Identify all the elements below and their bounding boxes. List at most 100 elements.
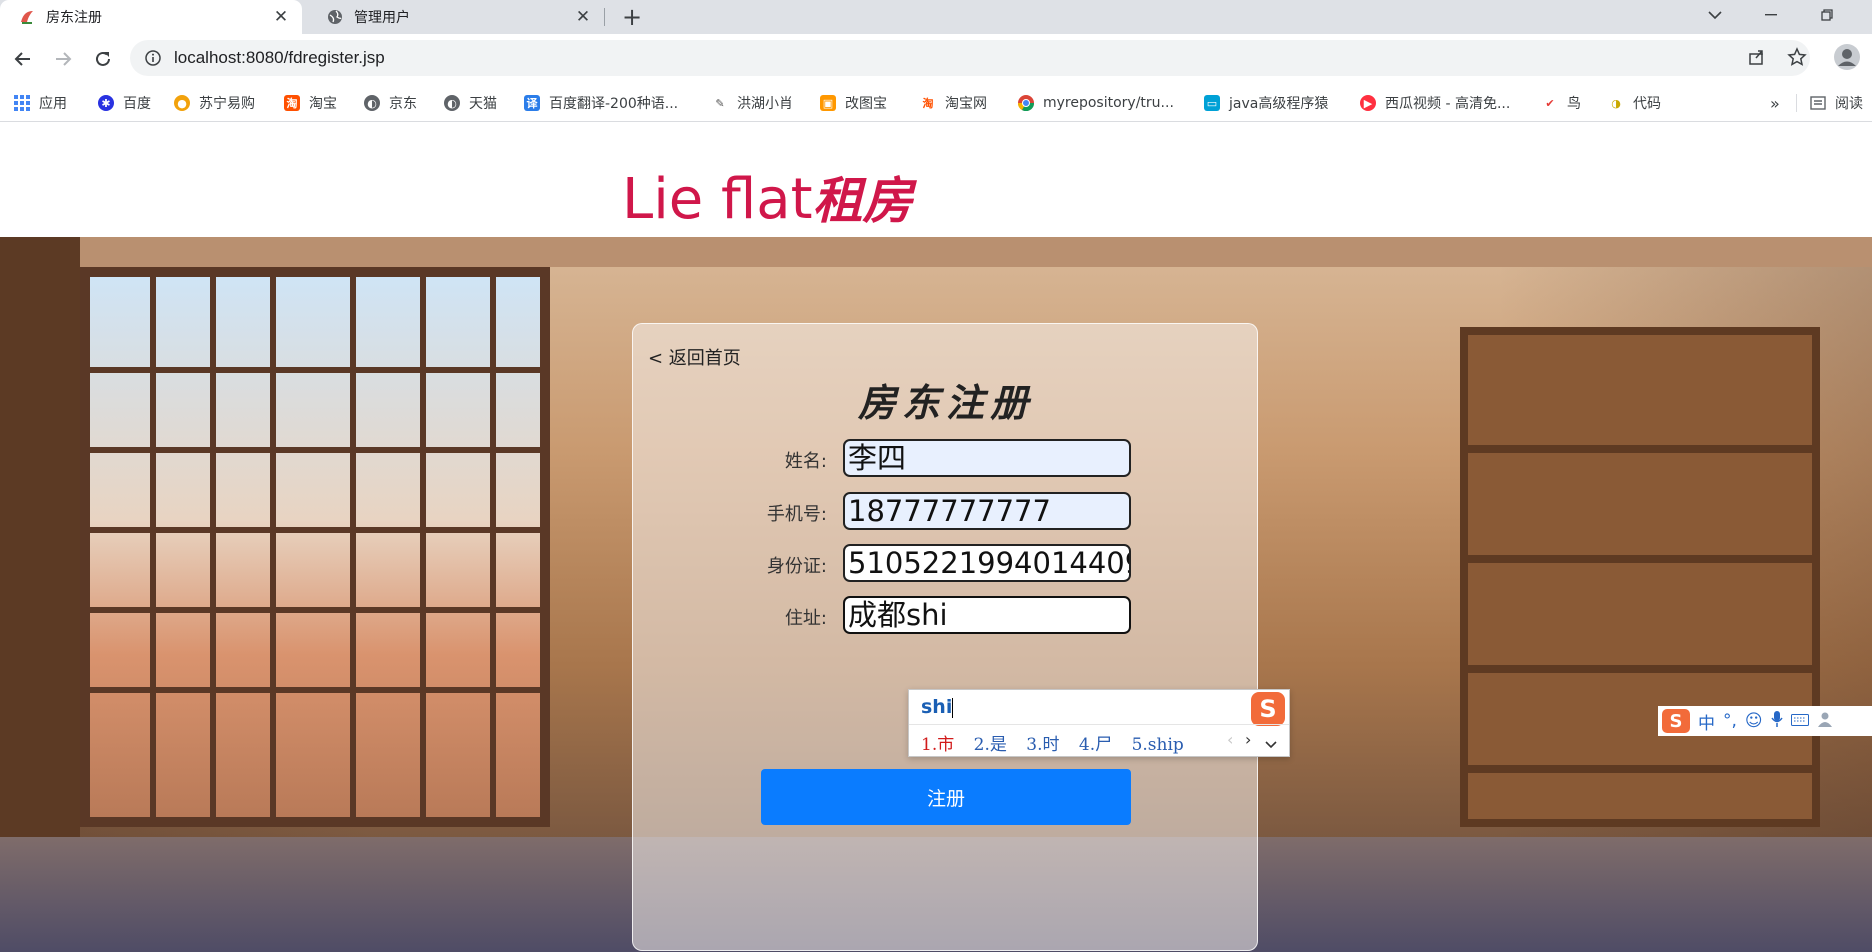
register-form-card: < 返回首页 房东注册 姓名: 李四 手机号: 18777777777 身份证:… — [632, 323, 1258, 951]
phone-input[interactable]: 18777777777 — [843, 492, 1131, 530]
bookmarks-bar: 应用 ✱ 百度 ● 苏宁易购 淘 淘宝 ◐ 京东 ◐ 天猫 译 百度翻译-200… — [0, 84, 1872, 122]
bookmark-baidu-translate[interactable]: 译 百度翻译-200种语... — [524, 92, 678, 114]
minimize-icon[interactable] — [1748, 0, 1794, 30]
address-label: 住址: — [784, 608, 827, 629]
bookmark-label: myrepository/tru... — [1043, 95, 1174, 111]
idcard-input[interactable]: 51052219940144090 — [843, 544, 1131, 582]
ime-pinyin: shi — [921, 696, 954, 718]
bookmark-gaitubao[interactable]: ▣ 改图宝 — [820, 92, 887, 114]
site-info-icon[interactable] — [144, 49, 162, 67]
bookmark-label: java高级程序猿 — [1229, 96, 1329, 112]
tab-active[interactable]: 房东注册 ✕ — [0, 0, 302, 34]
share-icon[interactable] — [1744, 44, 1770, 70]
ime-punct-label[interactable]: °, — [1723, 711, 1737, 731]
restore-icon[interactable] — [1804, 0, 1850, 30]
bookmark-honghu[interactable]: ✎ 洪湖小肖 — [712, 92, 793, 114]
bookmark-label: 百度翻译-200种语... — [549, 96, 679, 112]
bookmark-code[interactable]: ◑ 代码 — [1608, 92, 1661, 114]
bookmark-label: 洪湖小肖 — [737, 96, 793, 112]
keyboard-icon[interactable] — [1790, 711, 1809, 731]
ime-expand-icon[interactable] — [1265, 734, 1277, 753]
ime-candidate[interactable]: 2.是 — [974, 735, 1007, 755]
emoji-icon[interactable]: ☺ — [1745, 711, 1763, 731]
bookmark-label: 淘宝 — [309, 96, 337, 112]
sogou-logo-icon: S — [1251, 692, 1285, 726]
url-text: localhost:8080/fdregister.jsp — [174, 48, 385, 67]
bilibili-icon: ▭ — [1204, 95, 1220, 111]
logo-latin: Lie flat — [622, 167, 813, 232]
tab-separator — [604, 8, 605, 26]
bookmark-star-icon[interactable] — [1784, 44, 1810, 70]
bookmark-label: 京东 — [389, 96, 417, 112]
bookmark-myrepository[interactable]: myrepository/tru... — [1018, 92, 1174, 114]
bookmark-baidu[interactable]: ✱ 百度 — [98, 92, 151, 114]
ime-mode-label[interactable]: 中 — [1698, 709, 1715, 734]
ime-next-icon[interactable]: › — [1245, 730, 1251, 749]
gaitubao-icon: ▣ — [820, 95, 836, 111]
bookmark-java[interactable]: ▭ java高级程序猿 — [1204, 92, 1328, 114]
bookmark-apps[interactable]: 应用 — [14, 92, 67, 114]
back-home-link[interactable]: < 返回首页 — [648, 344, 741, 370]
globe-icon: ◐ — [364, 95, 380, 111]
name-input[interactable]: 李四 — [843, 439, 1131, 477]
bookmark-label: 鸟 — [1567, 96, 1581, 112]
ime-prev-icon[interactable]: ‹ — [1227, 730, 1233, 749]
ime-candidate[interactable]: 4.尸 — [1079, 735, 1112, 755]
page-viewport: Lie flat租房 < 返回首页 房东注册 姓名: 李四 手机号: 18777… — [0, 123, 1872, 952]
bookmark-jd[interactable]: ◐ 京东 — [364, 92, 417, 114]
tab-close-icon[interactable]: ✕ — [572, 6, 594, 28]
feather-icon: ✎ — [712, 95, 728, 111]
tab-strip: 房东注册 ✕ 管理用户 ✕ + — [0, 0, 1872, 34]
register-button[interactable]: 注册 — [761, 769, 1131, 825]
bookmark-taobaowang[interactable]: 淘 淘宝网 — [920, 92, 987, 114]
idcard-label: 身份证: — [766, 556, 827, 577]
bookmark-label: 天猫 — [469, 96, 497, 112]
ime-candidate[interactable]: 3.时 — [1026, 735, 1059, 755]
ime-candidate[interactable]: 5.ship — [1132, 735, 1184, 755]
bookmark-label: 苏宁易购 — [199, 96, 255, 112]
user-icon[interactable] — [1817, 711, 1833, 732]
bookmark-taobao[interactable]: 淘 淘宝 — [284, 92, 337, 114]
bookmark-reading-list[interactable]: 阅读 — [1810, 92, 1863, 114]
form-row-name: 姓名: 李四 — [633, 439, 1259, 479]
bookmark-suning[interactable]: ● 苏宁易购 — [174, 92, 255, 114]
forward-arrow-icon[interactable] — [48, 44, 78, 74]
back-arrow-icon[interactable] — [8, 44, 38, 74]
bookmarks-divider — [1796, 94, 1797, 112]
address-input[interactable]: 成都shi — [843, 596, 1131, 634]
name-label: 姓名: — [784, 451, 827, 472]
taobao-icon: 淘 — [284, 95, 300, 111]
reload-icon[interactable] — [88, 44, 118, 74]
tab-search-chevron-icon[interactable] — [1692, 0, 1738, 30]
shoji-window — [80, 267, 550, 827]
bookmark-tmall[interactable]: ◐ 天猫 — [444, 92, 497, 114]
bookshelf — [1460, 327, 1820, 827]
ime-status-bar: S 中 °, ☺ — [1658, 706, 1872, 736]
reading-list-icon — [1810, 95, 1826, 111]
bookmark-label: 改图宝 — [845, 96, 887, 112]
taobao-icon: 淘 — [920, 95, 936, 111]
ime-candidates: 1.市 2.是 3.时 4.尸 5.ship — [921, 730, 1198, 755]
profile-avatar-icon[interactable] — [1832, 42, 1862, 72]
bookmark-xigua[interactable]: ▶ 西瓜视频 - 高清免... — [1360, 92, 1510, 114]
xigua-icon: ▶ — [1360, 95, 1376, 111]
bookmark-label: 阅读 — [1835, 96, 1863, 112]
tab-close-icon[interactable]: ✕ — [270, 6, 292, 28]
bookmark-bird[interactable]: ✔ 鸟 — [1542, 92, 1581, 114]
ceiling — [80, 237, 1872, 267]
microphone-icon[interactable] — [1771, 710, 1783, 733]
ime-pinyin-text: shi — [921, 696, 953, 718]
site-logo[interactable]: Lie flat租房 — [622, 161, 913, 233]
chrome-icon — [1018, 95, 1034, 111]
bookmarks-overflow[interactable]: » — [1770, 92, 1780, 114]
tab-label: 房东注册 — [46, 10, 102, 26]
ime-candidate-window: shi S 1.市 2.是 3.时 4.尸 5.ship ‹ › — [908, 689, 1290, 757]
form-title: 房东注册 — [857, 380, 1034, 425]
bird-icon: ✔ — [1542, 95, 1558, 111]
tab-inactive[interactable]: 管理用户 ✕ — [308, 0, 604, 34]
sogou-logo-icon[interactable]: S — [1662, 709, 1690, 733]
new-tab-icon[interactable]: + — [618, 3, 646, 31]
phone-label: 手机号: — [766, 504, 827, 525]
address-bar[interactable]: localhost:8080/fdregister.jsp — [130, 40, 1810, 76]
ime-candidate[interactable]: 1.市 — [921, 735, 954, 755]
